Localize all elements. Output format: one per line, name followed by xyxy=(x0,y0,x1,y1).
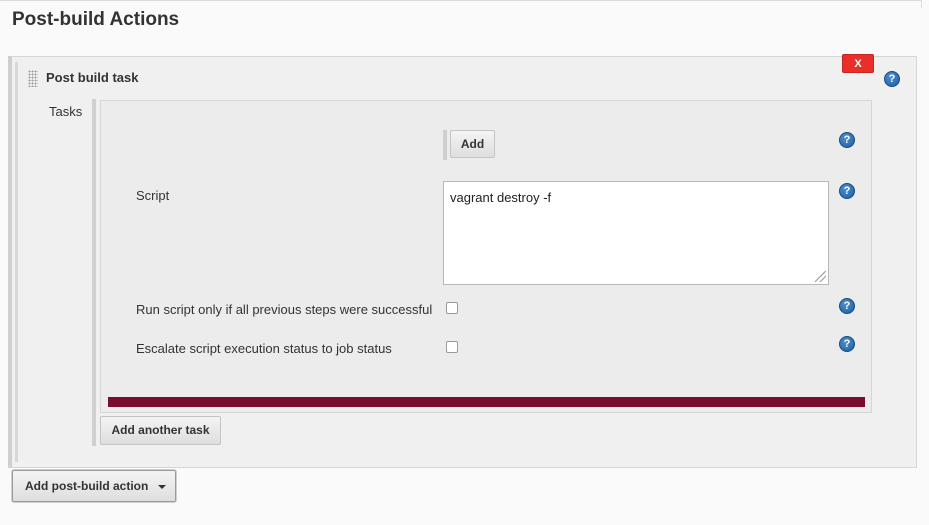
section-help-icon[interactable]: ? xyxy=(884,71,900,87)
top-right-divider xyxy=(921,0,922,8)
page-title: Post-build Actions xyxy=(12,9,180,30)
add-another-task-button[interactable]: Add another task xyxy=(100,416,221,445)
escalate-status-checkbox[interactable] xyxy=(446,341,458,353)
resize-handle-icon[interactable] xyxy=(815,271,826,282)
add-help-icon[interactable]: ? xyxy=(839,132,855,148)
escalate-status-help-icon[interactable]: ? xyxy=(839,336,855,352)
panel-left-border xyxy=(8,56,12,468)
script-label: Script xyxy=(136,188,170,203)
add-post-build-action-button[interactable]: Add post-build action xyxy=(12,470,176,502)
script-help-icon[interactable]: ? xyxy=(839,183,855,199)
panel-inner-border xyxy=(15,62,18,462)
run-if-success-label: Run script only if all previous steps we… xyxy=(136,302,433,317)
add-post-build-action-label: Add post-build action xyxy=(25,479,149,493)
add-button-border xyxy=(443,130,447,160)
script-textarea[interactable]: vagrant destroy -f xyxy=(443,181,829,285)
add-button[interactable]: Add xyxy=(450,130,495,158)
run-if-success-help-icon[interactable]: ? xyxy=(839,298,855,314)
drag-handle-icon[interactable] xyxy=(28,70,38,87)
escalate-status-label: Escalate script execution status to job … xyxy=(136,341,392,356)
task-divider-bar xyxy=(108,397,865,407)
tasks-label: Tasks xyxy=(49,104,83,119)
top-divider xyxy=(0,0,922,1)
caret-down-icon xyxy=(158,484,167,489)
section-title: Post build task xyxy=(46,70,139,85)
tasks-left-border xyxy=(92,99,96,446)
delete-section-button[interactable]: X xyxy=(842,54,874,73)
run-if-success-checkbox[interactable] xyxy=(446,302,458,314)
